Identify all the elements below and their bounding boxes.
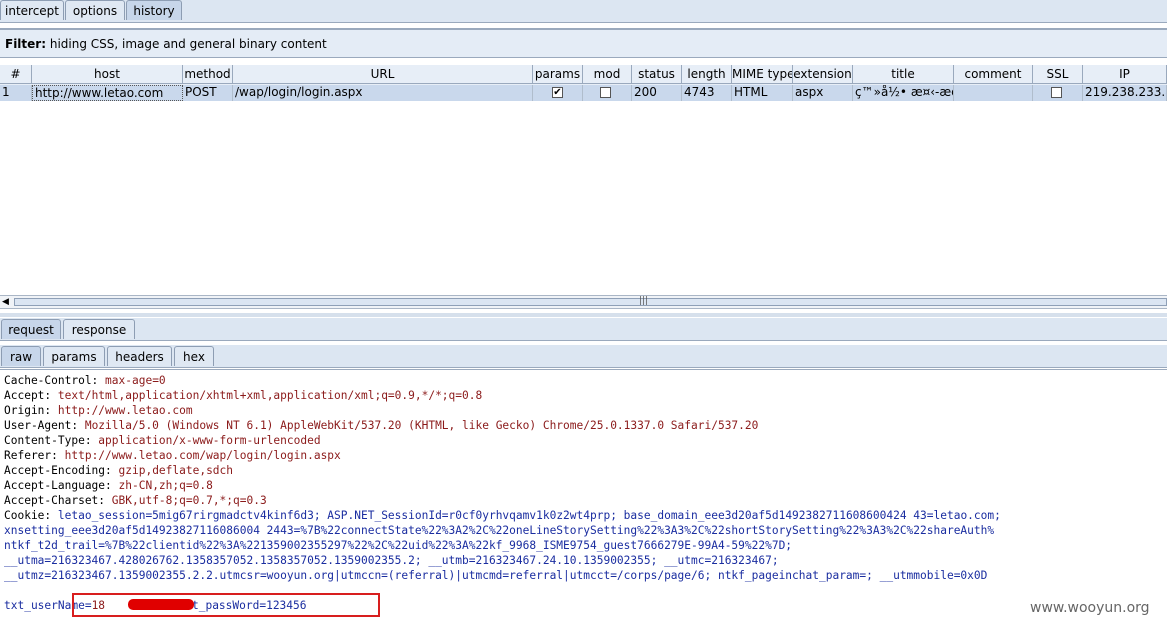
- cell-title: ç™»å½• æ¤‹-æe°…: [853, 85, 954, 101]
- scrollbar-thumb[interactable]: [14, 298, 1167, 306]
- cell-length: 4743: [682, 85, 732, 101]
- tab-request[interactable]: request: [1, 319, 61, 339]
- col-extension[interactable]: extension: [793, 65, 853, 84]
- col-mod[interactable]: mod: [583, 65, 632, 84]
- mod-checkbox[interactable]: [600, 87, 611, 98]
- header-line: Accept-Encoding: gzip,deflate,sdch: [4, 464, 234, 477]
- watermark: www.wooyun.org: [1030, 600, 1150, 616]
- request-response-tab-bar: request response: [0, 318, 1167, 341]
- tab-options[interactable]: options: [65, 0, 125, 20]
- header-line: Cache-Control: max-age=0: [4, 374, 166, 387]
- cell-number: 1: [0, 85, 32, 101]
- top-tab-bar: intercept options history: [0, 0, 1167, 23]
- col-title[interactable]: title: [853, 65, 954, 84]
- tab-hex[interactable]: hex: [174, 346, 214, 366]
- header-line: Accept: text/html,application/xhtml+xml,…: [4, 389, 483, 402]
- cookie-line: __utmz=216323467.1359002355.2.2.utmcsr=w…: [4, 569, 988, 582]
- header-line: Referer: http://www.letao.com/wap/login/…: [4, 449, 341, 462]
- col-method[interactable]: method: [183, 65, 233, 84]
- cell-url: /wap/login/login.aspx: [233, 85, 533, 101]
- scroll-grip-icon: |||: [639, 296, 649, 306]
- scroll-left-arrow-icon[interactable]: ◀: [2, 297, 9, 307]
- table-row[interactable]: 1 http://www.letao.com POST /wap/login/l…: [0, 85, 1167, 101]
- cell-comment: [954, 85, 1033, 101]
- tab-response[interactable]: response: [63, 319, 135, 339]
- split-divider[interactable]: [0, 313, 1167, 317]
- highlight-box: [72, 593, 380, 617]
- filter-text: hiding CSS, image and general binary con…: [49, 37, 327, 51]
- col-params[interactable]: params: [533, 65, 583, 84]
- history-table-header: # host method URL params mod status leng…: [0, 65, 1167, 85]
- cell-status: 200: [632, 85, 682, 101]
- header-line: Accept-Language: zh-CN,zh;q=0.8: [4, 479, 213, 492]
- cell-mime: HTML: [732, 85, 793, 101]
- header-line: Accept-Charset: GBK,utf-8;q=0.7,*;q=0.3: [4, 494, 267, 507]
- ssl-checkbox[interactable]: [1051, 87, 1062, 98]
- tab-history[interactable]: history: [126, 0, 182, 20]
- cookie-line: Cookie: letao_session=5mig67rirgmadctv4k…: [4, 509, 1001, 522]
- cell-ip: 219.238.233.87: [1085, 85, 1167, 101]
- raw-request-editor[interactable]: Cache-Control: max-age=0 Accept: text/ht…: [0, 369, 1167, 620]
- cell-mod: [583, 85, 632, 101]
- cell-params: ✔: [533, 85, 583, 101]
- params-checkbox[interactable]: ✔: [552, 87, 563, 98]
- col-ip[interactable]: IP: [1083, 65, 1167, 84]
- cell-method: POST: [183, 85, 233, 101]
- filter-label: Filter:: [5, 37, 47, 51]
- col-mime-type[interactable]: MIME type: [732, 65, 793, 84]
- header-line: User-Agent: Mozilla/5.0 (Windows NT 6.1)…: [4, 419, 759, 432]
- cell-extension: aspx: [793, 85, 853, 101]
- cookie-line: ntkf_t2d_trail=%7B%22clientid%22%3A%2213…: [4, 539, 793, 552]
- col-ssl[interactable]: SSL: [1033, 65, 1083, 84]
- tab-raw[interactable]: raw: [1, 346, 41, 366]
- col-number[interactable]: #: [0, 65, 32, 84]
- col-status[interactable]: status: [632, 65, 682, 84]
- cookie-line: __utma=216323467.428026762.1358357052.13…: [4, 554, 779, 567]
- header-line: Content-Type: application/x-www-form-url…: [4, 434, 321, 447]
- tab-headers[interactable]: headers: [107, 346, 172, 366]
- header-line: Origin: http://www.letao.com: [4, 404, 193, 417]
- cookie-line: xnsetting_eee3d20af5d14923827116086004 2…: [4, 524, 995, 537]
- col-url[interactable]: URL: [233, 65, 533, 84]
- tab-params[interactable]: params: [43, 346, 105, 366]
- cell-host: http://www.letao.com: [32, 85, 183, 101]
- tab-intercept[interactable]: intercept: [0, 0, 64, 20]
- col-host[interactable]: host: [32, 65, 183, 84]
- cell-ssl: [1033, 85, 1083, 101]
- col-length[interactable]: length: [682, 65, 732, 84]
- filter-bar[interactable]: Filter: hiding CSS, image and general bi…: [0, 28, 1167, 58]
- col-comment[interactable]: comment: [954, 65, 1033, 84]
- view-tab-bar: raw params headers hex: [0, 345, 1167, 368]
